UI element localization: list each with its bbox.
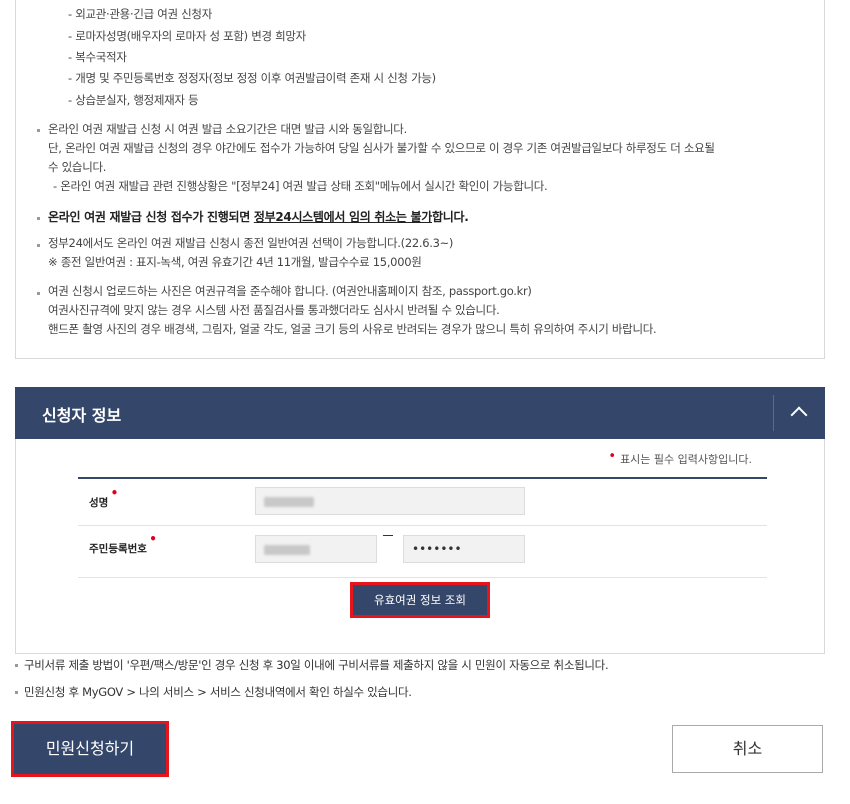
info-sub-item: - 복수국적자 [68,50,127,64]
info-paragraph-old-passport: 정부24에서도 온라인 여권 재발급 신청시 종전 일반여권 선택이 가능합니다… [48,236,454,269]
bullet-icon [37,129,40,132]
divider [78,577,767,578]
rrn-front-field[interactable] [255,535,377,563]
name-label: 성명 • [89,486,119,509]
chevron-up-icon [790,406,808,424]
required-mark: • [608,449,617,464]
info-paragraph-processing-time: 온라인 여권 재발급 신청 시 여권 발급 소요기간은 대면 발급 시와 동일합… [48,122,715,193]
required-note: • 표시는 필수 입력사항입니다. [608,449,752,466]
bullet-icon [15,691,18,694]
required-mark: • [110,486,119,500]
rrn-label: 주민등록번호 • [89,532,157,555]
rrn-back-field[interactable]: ••••••• [403,535,525,563]
note-mygov: 민원신청 후 MyGOV > 나의 서비스 > 서비스 신청내역에서 확인 하실… [24,685,412,699]
lookup-valid-passport-button[interactable]: 유효여권 정보 조회 [350,582,490,618]
note-document-submission: 구비서류 제출 방법이 '우편/팩스/방문'인 경우 신청 후 30일 이내에 … [24,658,609,672]
info-paragraph-photo: 여권 신청시 업로드하는 사진은 여권규격을 준수해야 합니다. (여권안내홈페… [48,284,657,336]
submit-application-button[interactable]: 민원신청하기 [11,721,169,777]
collapse-button[interactable] [775,387,825,439]
name-field[interactable] [255,487,525,515]
rrn-dash [383,535,393,536]
bullet-icon [37,217,40,220]
info-sub-item: - 개명 및 주민등록번호 정정자(정보 정정 이후 여권발급이력 존재 시 신… [68,71,436,85]
info-paragraph-no-cancel: 온라인 여권 재발급 신청 접수가 진행되면 정부24시스템에서 임의 취소는 … [48,210,469,224]
info-sub-item: - 상습분실자, 행정제재자 등 [68,93,199,107]
bullet-icon [37,244,40,247]
info-sub-item: - 외교관·관용·긴급 여권 신청자 [68,7,212,21]
info-sub-item: - 로마자성명(배우자의 로마자 성 포함) 변경 희망자 [68,29,306,43]
applicant-section-header: 신청자 정보 [15,387,825,439]
masked-value [264,496,314,507]
applicant-form: • 표시는 필수 입력사항입니다. 성명 • 주민등록번호 • ••••••• 유… [15,439,825,654]
divider [773,395,774,431]
divider [78,525,767,526]
bullet-icon [15,664,18,667]
cancel-button[interactable]: 취소 [672,725,823,773]
bullet-icon [37,292,40,295]
section-title: 신청자 정보 [42,406,122,425]
masked-value [264,544,310,555]
divider [78,477,767,479]
required-mark: • [149,532,157,546]
info-panel: - 외교관·관용·긴급 여권 신청자 - 로마자성명(배우자의 로마자 성 포함… [15,0,825,359]
